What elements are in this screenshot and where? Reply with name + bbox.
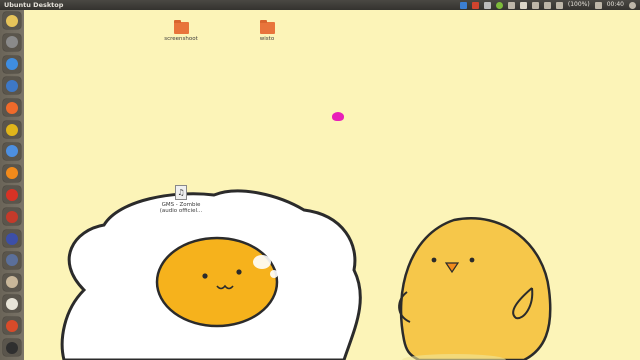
keyboard-icon[interactable] [519, 1, 527, 9]
app-icon[interactable] [3, 121, 21, 138]
clock[interactable]: 00:40 [607, 0, 624, 10]
files-icon[interactable] [3, 33, 21, 51]
software-center-icon[interactable] [3, 99, 21, 117]
dash-icon[interactable] [3, 12, 21, 29]
desktop-folder-screenshoot[interactable]: screenshoot [156, 20, 206, 42]
chromium-icon[interactable] [3, 142, 21, 160]
app-icon-4[interactable] [3, 251, 21, 269]
desktop[interactable]: screenshoot wisto ♫ GMS - Zombie (audio … [24, 10, 640, 360]
dropbox-icon[interactable] [459, 1, 467, 9]
app-icon-7-glyph [6, 319, 18, 332]
indicator-area: (100%) 00:40 [459, 0, 636, 10]
app-icon-5-glyph [6, 276, 18, 289]
music-file-icon: ♫ [175, 185, 187, 200]
firefox-icon-glyph [6, 167, 18, 180]
chick-eye-right [469, 257, 475, 263]
folder-icon [173, 20, 189, 34]
chromium-icon-glyph [6, 145, 18, 158]
battery-icon[interactable] [555, 1, 563, 9]
bluetooth-icon[interactable] [531, 1, 539, 9]
files-icon-glyph [6, 36, 18, 49]
app-icon-5[interactable] [3, 273, 21, 291]
top-panel: Ubuntu Desktop (100%) 00:40 [0, 0, 640, 10]
terminal-icon-glyph [6, 341, 18, 354]
launcher [0, 10, 24, 360]
network-icon[interactable] [507, 1, 515, 9]
desktop-file-audio[interactable]: ♫ GMS - Zombie (audio officiel... [158, 185, 204, 214]
libreoffice-writer-icon[interactable] [3, 77, 21, 95]
app-icon-6[interactable] [3, 295, 21, 313]
chrome-icon-glyph [6, 58, 18, 71]
app-icon-6-glyph [6, 297, 18, 310]
sync-icon[interactable] [495, 1, 503, 9]
egg-eye-left [202, 273, 208, 279]
wifi-icon[interactable] [543, 1, 551, 9]
app-icon-4-glyph [6, 254, 18, 267]
app-icon-3[interactable] [3, 230, 21, 247]
libreoffice-writer-icon-glyph [6, 79, 18, 92]
app-icon-3-glyph [6, 232, 18, 245]
terminal-icon[interactable] [3, 339, 21, 356]
desktop-icon-label: screenshoot [164, 36, 198, 42]
chick-eye-left [431, 257, 437, 263]
desktop-icon-label: GMS - Zombie (audio officiel... [159, 202, 203, 214]
desktop-folder-wisto[interactable]: wisto [242, 20, 292, 42]
window-title: Ubuntu Desktop [4, 1, 64, 9]
mouse-cursor-icon [332, 112, 344, 121]
power-icon[interactable] [629, 1, 636, 9]
volume-icon[interactable] [594, 1, 602, 9]
chick-body [399, 217, 552, 360]
app-red-icon[interactable] [3, 186, 21, 204]
yolk-shine-small [270, 270, 278, 278]
software-center-icon-glyph [6, 101, 18, 114]
firefox-icon[interactable] [3, 164, 21, 182]
desktop-icon-label: wisto [259, 36, 275, 42]
folder-icon [259, 20, 275, 34]
wallpaper [60, 189, 552, 360]
egg-yolk [155, 236, 279, 328]
app-icon-2[interactable] [3, 208, 21, 226]
phone-icon[interactable] [483, 1, 491, 9]
app-icon-2-glyph [6, 210, 18, 223]
egg-eye-right [236, 269, 242, 275]
mail-icon[interactable] [471, 1, 479, 9]
app-icon-glyph [6, 123, 18, 136]
chrome-icon[interactable] [3, 55, 21, 73]
battery-percent[interactable]: (100%) [568, 0, 590, 10]
app-icon-7[interactable] [3, 317, 21, 335]
dash-icon-glyph [6, 14, 18, 27]
app-red-icon-glyph [6, 188, 18, 201]
yolk-shine [253, 255, 271, 269]
